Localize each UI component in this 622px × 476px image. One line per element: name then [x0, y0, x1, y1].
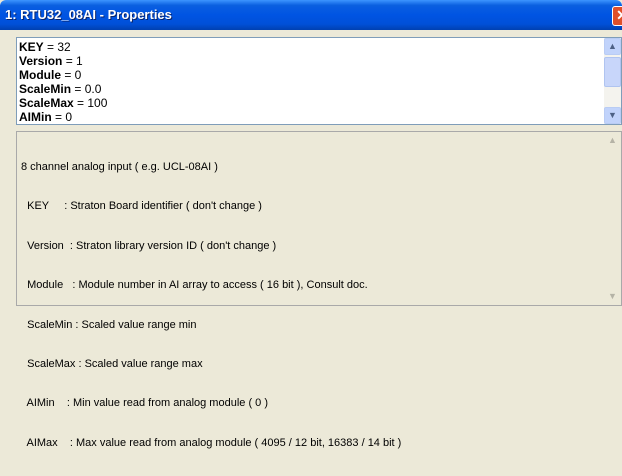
chevron-down-icon: ▼ [608, 291, 617, 301]
property-key: Version [19, 54, 63, 68]
window-title: 1: RTU32_08AI - Properties [5, 7, 172, 22]
property-value: = 0.0 [71, 82, 102, 96]
description-panel: 8 channel analog input ( e.g. UCL-08AI )… [16, 131, 622, 449]
properties-scrollbar[interactable]: ▲ ▼ [604, 38, 621, 124]
property-value: = 100 [73, 96, 108, 110]
property-key: KEY [19, 40, 44, 54]
property-row-version[interactable]: Version = 1 [19, 54, 605, 68]
property-value: = 0 [61, 68, 82, 82]
scroll-thumb[interactable] [604, 57, 621, 87]
property-value: = 1 [62, 54, 83, 68]
close-button[interactable]: ✕ [612, 6, 622, 26]
description-line: ScaleMax : Scaled value range max [21, 357, 203, 370]
description-scrollbar[interactable]: ▲ ▼ [604, 132, 621, 305]
chevron-down-icon: ▼ [608, 110, 617, 120]
description-line: 8 channel analog input ( e.g. UCL-08AI ) [21, 161, 218, 173]
properties-window: 1: RTU32_08AI - Properties ✕ KEY = 32 Ve… [0, 0, 622, 449]
property-row-module[interactable]: Module = 0 [19, 68, 605, 82]
title-bar[interactable]: 1: RTU32_08AI - Properties ✕ [0, 0, 622, 30]
scroll-up-button[interactable]: ▲ [604, 38, 621, 55]
description-line: Version : Straton library version ID ( d… [21, 239, 277, 252]
property-value: = 32 [43, 40, 71, 54]
property-value: = 0 [51, 110, 73, 122]
property-row-scalemin[interactable]: ScaleMin = 0.0 [19, 82, 605, 96]
property-row-aimin[interactable]: AIMin = 0 [19, 110, 605, 122]
description-line: AIMax : Max value read from analog modul… [21, 436, 402, 449]
property-key: ScaleMin [19, 82, 72, 96]
chevron-up-icon: ▲ [608, 135, 617, 145]
description-line: ScaleMin : Scaled value range min [21, 318, 197, 331]
description-scroll-up-button[interactable]: ▲ [604, 132, 621, 149]
chevron-up-icon: ▲ [608, 41, 617, 51]
description-scroll-down-button[interactable]: ▼ [604, 288, 621, 305]
properties-list: KEY = 32 Version = 1 Module = 0 ScaleMin… [19, 40, 605, 122]
property-key: AIMin [19, 110, 52, 122]
property-key: ScaleMax [19, 96, 74, 110]
property-key: Module [19, 68, 61, 82]
scroll-down-button[interactable]: ▼ [604, 107, 621, 124]
properties-list-box[interactable]: KEY = 32 Version = 1 Module = 0 ScaleMin… [16, 37, 622, 125]
property-row-scalemax[interactable]: ScaleMax = 100 [19, 96, 605, 110]
close-icon: ✕ [616, 7, 622, 23]
description-line: AIMin : Min value read from analog modul… [21, 397, 269, 410]
description-line: Module : Module number in AI array to ac… [21, 279, 368, 292]
description-line: KEY : Straton Board identifier ( don't c… [21, 200, 262, 213]
property-row-key[interactable]: KEY = 32 [19, 40, 605, 54]
